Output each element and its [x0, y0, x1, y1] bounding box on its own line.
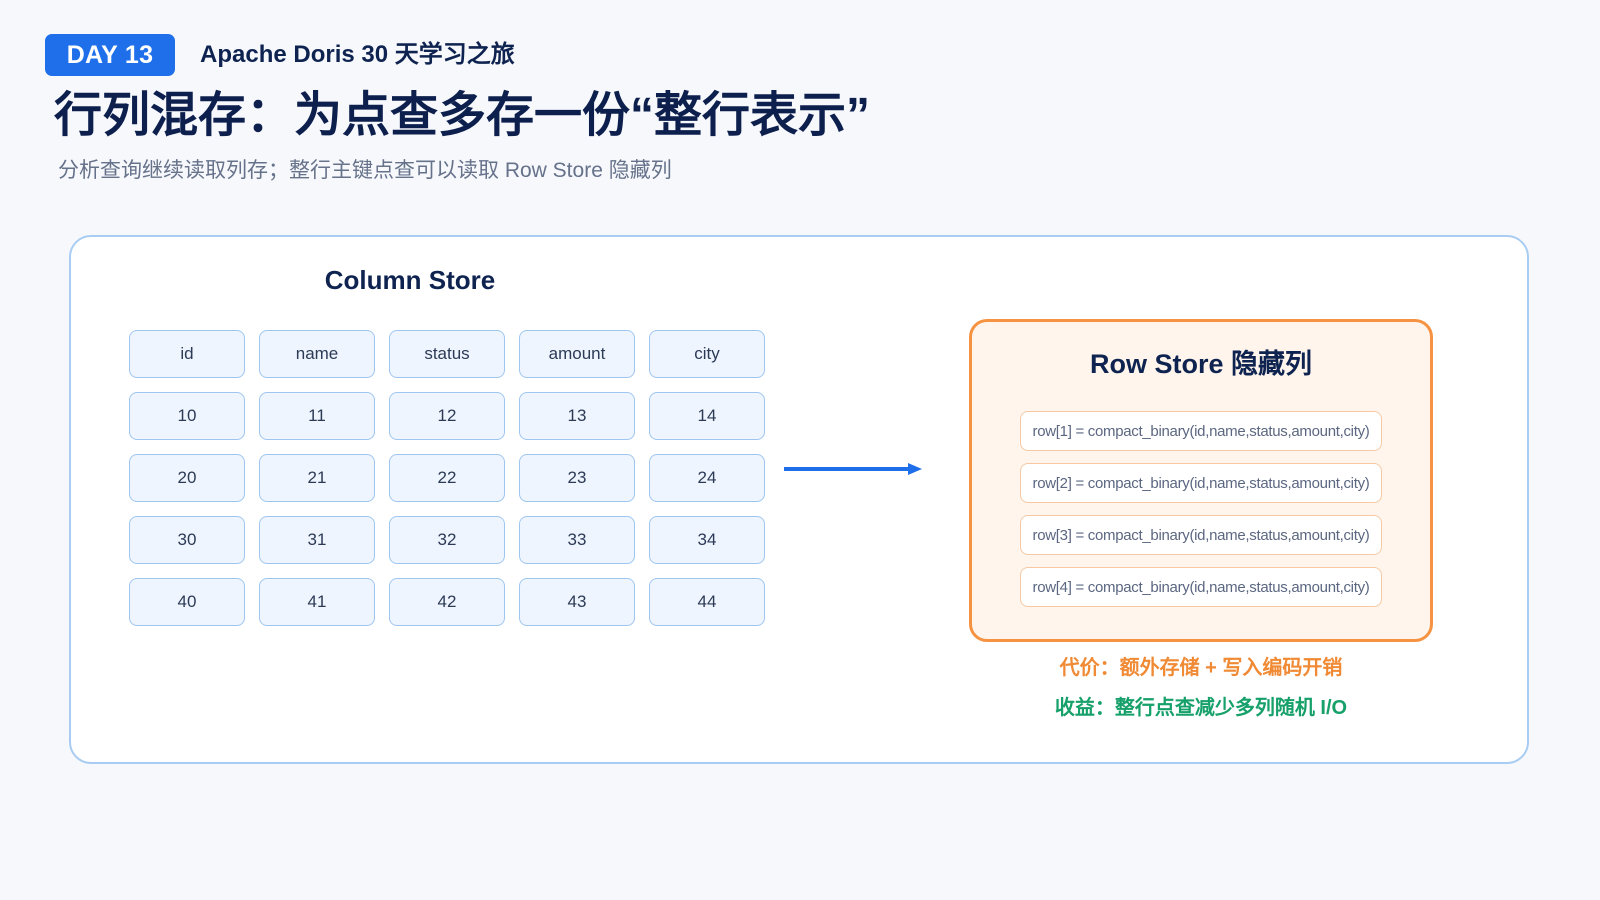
- row-store-entry: row[4] = compact_binary(id,name,status,a…: [1020, 567, 1382, 607]
- row-store-list: row[1] = compact_binary(id,name,status,a…: [1020, 411, 1382, 619]
- page-title: 行列混存：为点查多存一份“整行表示”: [54, 89, 871, 142]
- column-header-cell: amount: [519, 330, 635, 378]
- column-value-cell: 44: [649, 578, 765, 626]
- column-value-cell: 24: [649, 454, 765, 502]
- column-value-cell: 42: [389, 578, 505, 626]
- column-value-cell: 22: [389, 454, 505, 502]
- row-store-entry: row[3] = compact_binary(id,name,status,a…: [1020, 515, 1382, 555]
- column-header-cell: status: [389, 330, 505, 378]
- column-store-grid: id name status amount city 10 11 12 13 1…: [129, 330, 765, 626]
- column-value-cell: 43: [519, 578, 635, 626]
- row-store-title: Row Store 隐藏列: [1089, 349, 1312, 379]
- column-value-cell: 21: [259, 454, 375, 502]
- column-value-cell: 31: [259, 516, 375, 564]
- page-subtitle: 分析查询继续读取列存；整行主键点查可以读取 Row Store 隐藏列: [58, 159, 672, 182]
- series-title: Apache Doris 30 天学习之旅: [200, 41, 515, 68]
- flow-arrow-icon: [784, 463, 922, 475]
- column-store-title: Column Store: [324, 265, 496, 295]
- column-value-cell: 20: [129, 454, 245, 502]
- column-header-cell: name: [259, 330, 375, 378]
- row-store-entry: row[1] = compact_binary(id,name,status,a…: [1020, 411, 1382, 451]
- column-header-cell: id: [129, 330, 245, 378]
- column-value-cell: 33: [519, 516, 635, 564]
- column-value-cell: 41: [259, 578, 375, 626]
- column-value-cell: 11: [259, 392, 375, 440]
- column-value-cell: 10: [129, 392, 245, 440]
- day-badge: DAY 13: [45, 34, 175, 76]
- column-value-cell: 40: [129, 578, 245, 626]
- row-store-entry: row[2] = compact_binary(id,name,status,a…: [1020, 463, 1382, 503]
- column-value-cell: 30: [129, 516, 245, 564]
- benefit-note: 收益：整行点查减少多列随机 I/O: [1054, 697, 1348, 719]
- column-value-cell: 32: [389, 516, 505, 564]
- column-value-cell: 13: [519, 392, 635, 440]
- column-header-cell: city: [649, 330, 765, 378]
- cost-note: 代价：额外存储 + 写入编码开销: [1059, 657, 1343, 679]
- column-value-cell: 14: [649, 392, 765, 440]
- column-value-cell: 23: [519, 454, 635, 502]
- column-value-cell: 34: [649, 516, 765, 564]
- column-value-cell: 12: [389, 392, 505, 440]
